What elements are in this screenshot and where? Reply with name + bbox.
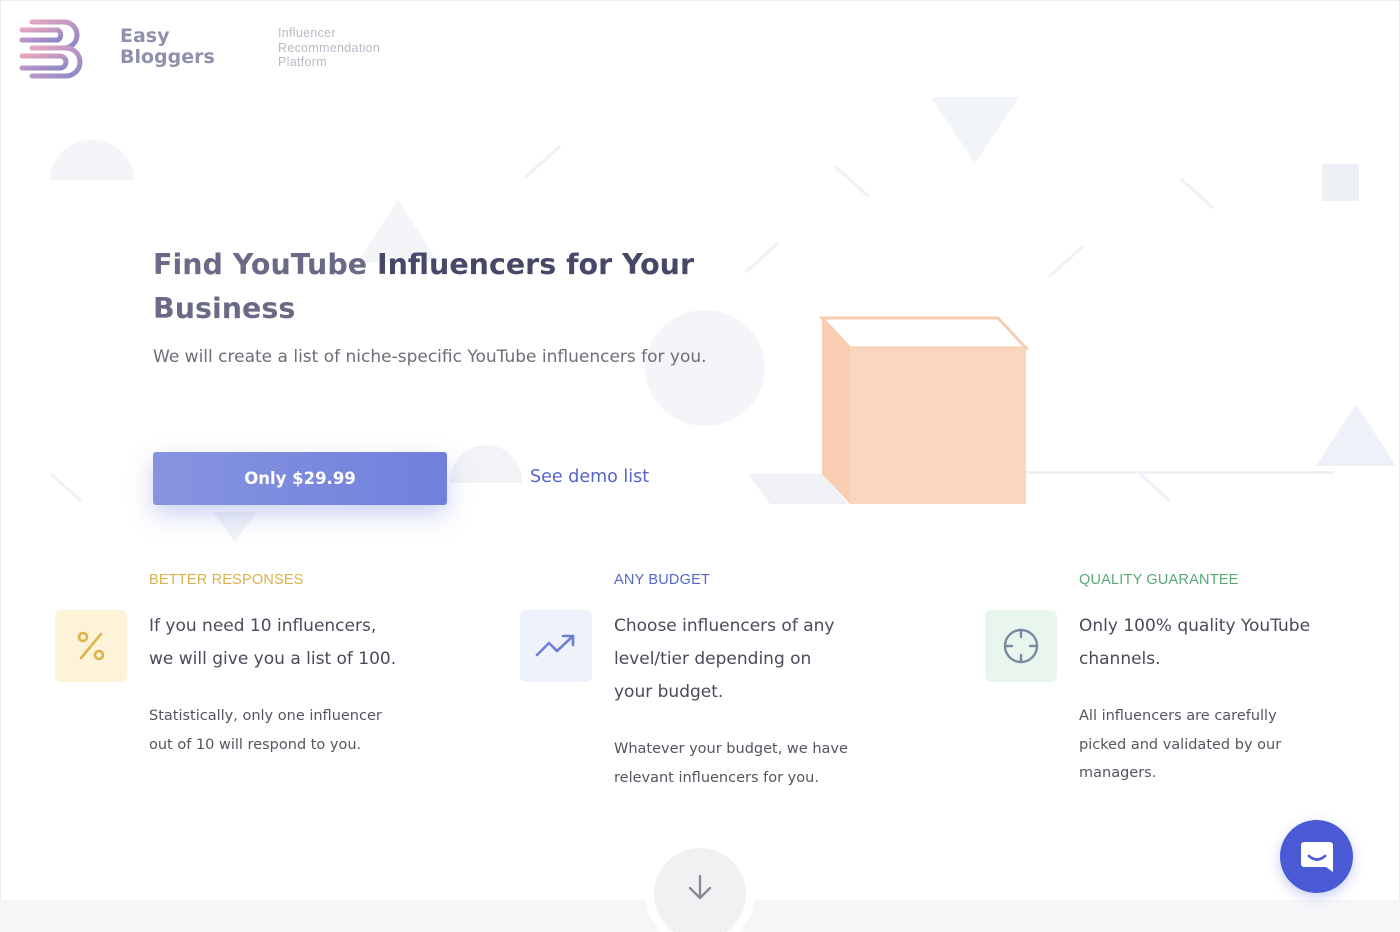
percent-icon bbox=[77, 631, 105, 661]
logo[interactable] bbox=[18, 18, 86, 80]
brand-line: Easy bbox=[120, 25, 170, 47]
feature-heading-line: channels. bbox=[1079, 649, 1161, 669]
tagline-line: Platform bbox=[278, 55, 327, 69]
brand-tagline: Influencer Recommendation Platform bbox=[278, 26, 380, 70]
feature-description: All influencers are carefully picked and… bbox=[1079, 702, 1281, 788]
background-triangle bbox=[213, 512, 257, 542]
feature-heading-line: If you need 10 influencers, bbox=[149, 616, 377, 636]
background-half-circle bbox=[450, 445, 522, 483]
hero-title-part: Business bbox=[153, 292, 296, 325]
feature-heading-line: Choose influencers of any bbox=[614, 616, 835, 636]
feature-label-budget: ANY BUDGET bbox=[614, 572, 711, 588]
feature-heading: If you need 10 influencers, we will give… bbox=[149, 610, 396, 676]
feature-heading-line: your budget. bbox=[614, 682, 724, 702]
feature-heading-line: Only 100% quality YouTube bbox=[1079, 616, 1311, 636]
feature-description-line: Whatever your budget, we have bbox=[614, 741, 848, 757]
feature-description-line: out of 10 will respond to you. bbox=[149, 736, 362, 753]
feature-label-responses: BETTER RESPONSES bbox=[149, 572, 304, 588]
chat-widget-button[interactable] bbox=[1280, 820, 1353, 893]
feature-description-line: managers. bbox=[1079, 765, 1157, 781]
feature-icon-tile bbox=[55, 610, 127, 682]
feature-description-line: All influencers are carefully bbox=[1079, 708, 1277, 724]
chat-icon bbox=[1300, 841, 1333, 872]
brand-name[interactable]: Easy Bloggers bbox=[120, 26, 215, 68]
feature-label-quality: QUALITY GUARANTEE bbox=[1079, 572, 1239, 588]
feature-description: Statistically, only one influencer out o… bbox=[149, 702, 382, 759]
feature-description-line: picked and validated by our bbox=[1079, 736, 1282, 753]
background-triangle bbox=[931, 97, 1019, 163]
scroll-down-button[interactable] bbox=[654, 848, 746, 932]
hero-subtitle: We will create a list of niche-specific … bbox=[153, 347, 707, 367]
feature-description-line: relevant influencers for you. bbox=[614, 769, 819, 786]
feature-heading: Choose influencers of any level/tier dep… bbox=[614, 610, 834, 709]
crosshair-icon bbox=[1003, 628, 1039, 664]
logo-mark-icon bbox=[19, 19, 83, 79]
background-square bbox=[1322, 164, 1359, 201]
background-line bbox=[524, 144, 562, 179]
trending-up-icon bbox=[535, 634, 575, 657]
feature-description-line: Statistically, only one influencer bbox=[149, 708, 382, 724]
feature-icon-tile bbox=[520, 610, 592, 682]
tagline-line: Influencer bbox=[278, 26, 336, 40]
hero-title: Find YouTube Influencers for Your Busine… bbox=[153, 243, 753, 331]
feature-heading-line: level/tier depending on bbox=[614, 649, 812, 669]
background-line bbox=[1047, 244, 1085, 279]
background-half-circle bbox=[50, 140, 134, 180]
feature-icon-tile bbox=[985, 610, 1057, 682]
hero-title-part: Find YouTube bbox=[153, 248, 368, 281]
hero-title-part: Influencers for Your bbox=[377, 248, 695, 281]
see-demo-link[interactable]: See demo list bbox=[530, 467, 649, 487]
box-illustration bbox=[748, 316, 1334, 504]
background-line bbox=[50, 473, 82, 502]
background-line bbox=[1179, 177, 1215, 210]
feature-heading: Only 100% quality YouTube channels. bbox=[1079, 610, 1310, 676]
tagline-line: Recommendation bbox=[278, 40, 381, 55]
feature-description: Whatever your budget, we have relevant i… bbox=[614, 735, 848, 792]
background-line bbox=[834, 165, 870, 198]
arrow-down-icon bbox=[688, 874, 712, 900]
brand-line: Bloggers bbox=[120, 46, 215, 68]
buy-button[interactable]: Only $29.99 bbox=[153, 452, 447, 505]
feature-heading-line: we will give you a list of 100. bbox=[149, 649, 397, 669]
